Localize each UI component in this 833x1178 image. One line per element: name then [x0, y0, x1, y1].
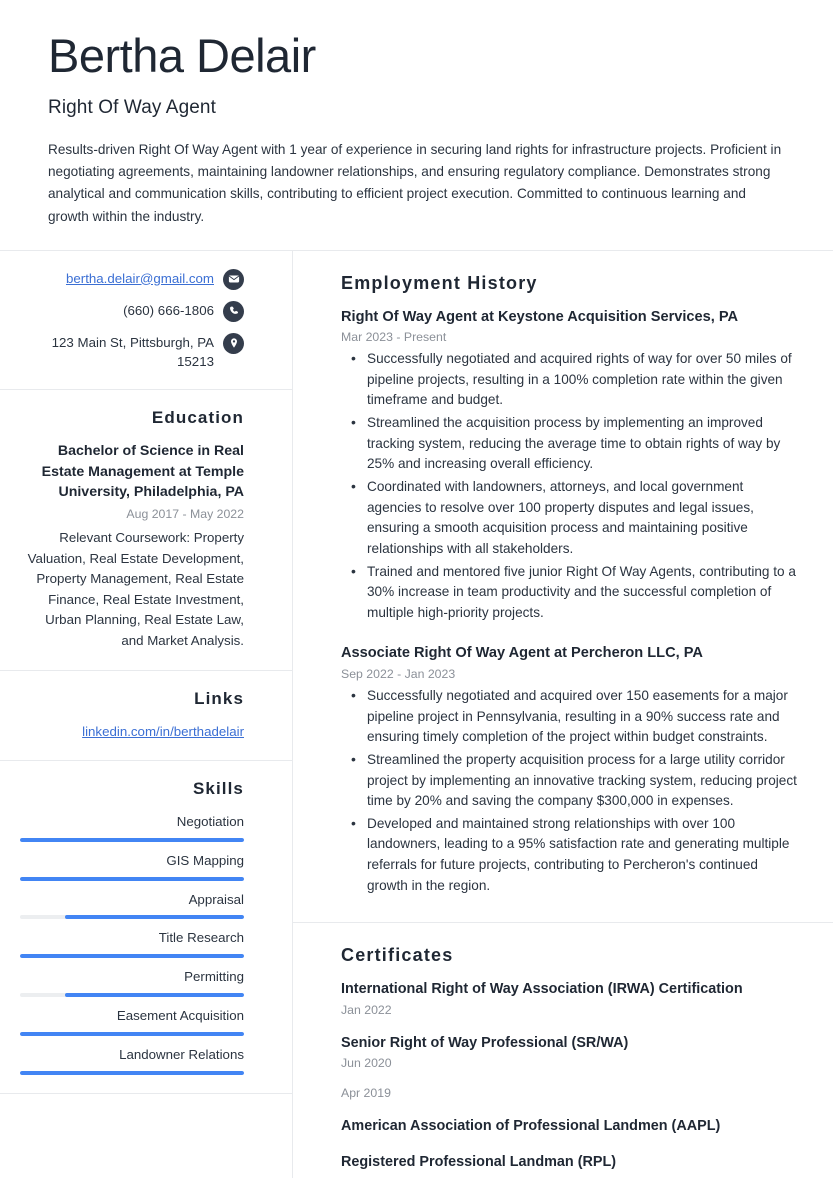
resume-page: Bertha Delair Right Of Way Agent Results…	[0, 0, 833, 1178]
employment-section-title: Employment History	[341, 272, 538, 293]
employment-bullet-list: Successfully negotiated and acquired rig…	[341, 348, 797, 624]
skill-item: Easement Acquisition	[20, 1006, 244, 1037]
skill-item: Permitting	[20, 967, 244, 998]
education-section-title: Education	[151, 408, 244, 428]
skill-label: Title Research	[158, 930, 244, 946]
employment-bullet: Trained and mentored five junior Right O…	[351, 561, 797, 624]
skill-item: Negotiation	[20, 812, 244, 842]
employment-heading: Associate Right Of Way Agent at Perchero…	[341, 645, 703, 662]
contact-row-address: 123 Main St, Pittsburgh, PA 15213	[20, 332, 244, 372]
skill-level-fill	[20, 1071, 244, 1076]
employment-entry: Associate Right Of Way Agent at Perchero…	[341, 643, 797, 896]
skill-item: Appraisal	[20, 890, 244, 920]
skill-level-fill	[64, 993, 244, 998]
skill-label: Landowner Relations	[119, 1047, 244, 1063]
employment-entry: Right Of Way Agent at Keystone Acquisiti…	[341, 307, 797, 624]
certificate-name: Registered Professional Landman (RPL)	[341, 1153, 617, 1170]
employment-bullet-list: Successfully negotiated and acquired ove…	[341, 685, 797, 897]
skill-level-bar	[20, 993, 244, 998]
employment-bullet: Developed and maintained strong relation…	[351, 813, 797, 897]
sidebar-column: bertha.delair@gmail.com (660) 666-1806 1…	[0, 250, 293, 1178]
skill-label: Negotiation	[176, 813, 244, 829]
links-block: Links linkedin.com/in/berthadelair	[0, 669, 292, 760]
certificate-entry: American Association of Professional Lan…	[341, 1116, 797, 1136]
employment-bullet: Streamlined the property acquisition pro…	[351, 749, 797, 812]
employment-bullet: Successfully negotiated and acquired ove…	[351, 685, 797, 748]
certificate-entry: Registered Professional Landman (RPL)	[341, 1152, 797, 1172]
employment-bullet: Successfully negotiated and acquired rig…	[351, 348, 797, 411]
skill-level-fill	[20, 876, 244, 881]
skill-label: Easement Acquisition	[116, 1008, 244, 1024]
education-degree: Bachelor of Science in Real Estate Manag…	[41, 443, 244, 501]
certificate-name: Senior Right of Way Professional (SR/WA)	[341, 1034, 629, 1051]
employment-bullet: Streamlined the acquisition process by i…	[351, 412, 797, 475]
sidebar-bottom-divider	[0, 1093, 292, 1133]
skill-level-bar	[20, 1071, 244, 1076]
link-item-linkedin[interactable]: linkedin.com/in/berthadelair	[82, 724, 244, 739]
email-value[interactable]: bertha.delair@gmail.com	[66, 269, 214, 288]
skill-label: Appraisal	[188, 891, 244, 907]
skill-level-fill	[20, 837, 244, 842]
skill-level-fill	[20, 1032, 244, 1037]
employment-date-range: Mar 2023 - Present	[341, 329, 447, 344]
certificates-section-title: Certificates	[341, 945, 454, 966]
skill-level-bar	[20, 876, 244, 881]
skill-item: GIS Mapping	[20, 851, 244, 881]
employment-history-block: Employment History Right Of Way Agent at…	[293, 251, 833, 923]
skill-item: Landowner Relations	[20, 1045, 244, 1076]
education-entry: Bachelor of Science in Real Estate Manag…	[20, 441, 244, 652]
certificate-entry: Apr 2019	[341, 1086, 797, 1100]
skill-level-bar	[20, 954, 244, 959]
certificates-list: International Right of Way Association (…	[341, 979, 797, 1172]
skill-level-fill	[20, 954, 244, 959]
skill-item: Title Research	[20, 928, 244, 959]
resume-body: bertha.delair@gmail.com (660) 666-1806 1…	[0, 250, 833, 1178]
address-value: 123 Main St, Pittsburgh, PA 15213	[51, 334, 214, 369]
resume-header: Bertha Delair Right Of Way Agent Results…	[0, 0, 833, 228]
certificate-date: Jun 2020	[341, 1055, 392, 1070]
contact-details-block: bertha.delair@gmail.com (660) 666-1806 1…	[0, 251, 292, 390]
main-column: Employment History Right Of Way Agent at…	[293, 251, 833, 1178]
skills-section-title: Skills	[192, 778, 244, 798]
skill-level-bar	[20, 915, 244, 920]
education-block: Education Bachelor of Science in Real Es…	[0, 389, 292, 670]
employment-heading: Right Of Way Agent at Keystone Acquisiti…	[341, 308, 739, 325]
certificates-block: Certificates International Right of Way …	[293, 922, 833, 1178]
certificate-entry: Senior Right of Way Professional (SR/WA)…	[341, 1033, 797, 1070]
employment-list: Right Of Way Agent at Keystone Acquisiti…	[341, 307, 797, 897]
certificate-name: International Right of Way Association (…	[341, 981, 743, 998]
phone-value: (660) 666-1806	[123, 302, 214, 318]
location-pin-icon	[223, 332, 244, 354]
skill-level-fill	[64, 915, 244, 920]
skills-list: Negotiation GIS Mapping Appraisal Title Res…	[20, 812, 244, 1076]
contact-row-phone[interactable]: (660) 666-1806	[20, 300, 244, 322]
education-date: Aug 2017 - May 2022	[126, 506, 244, 521]
employment-bullet: Coordinated with landowners, attorneys, …	[351, 476, 797, 560]
page-title: Bertha Delair	[48, 29, 316, 82]
links-section-title: Links	[194, 688, 244, 708]
education-description: Relevant Coursework: Property Valuation,…	[27, 530, 244, 649]
professional-summary: Results-driven Right Of Way Agent with 1…	[48, 142, 782, 224]
phone-icon	[223, 300, 244, 322]
skill-label: Permitting	[184, 969, 244, 985]
certificate-date: Apr 2019	[341, 1085, 391, 1100]
skill-level-bar	[20, 837, 244, 842]
certificate-date: Jan 2022	[341, 1002, 392, 1017]
envelope-icon	[223, 268, 244, 290]
contact-row-email[interactable]: bertha.delair@gmail.com	[20, 268, 244, 290]
certificate-name: American Association of Professional Lan…	[341, 1117, 721, 1134]
employment-date-range: Sep 2022 - Jan 2023	[341, 666, 456, 681]
skills-block: Skills Negotiation GIS Mapping Appraisal Ti…	[0, 759, 292, 1094]
skill-level-bar	[20, 1032, 244, 1037]
skill-label: GIS Mapping	[166, 852, 244, 868]
job-title-subheading: Right Of Way Agent	[48, 97, 216, 119]
certificate-entry: International Right of Way Association (…	[341, 979, 797, 1016]
